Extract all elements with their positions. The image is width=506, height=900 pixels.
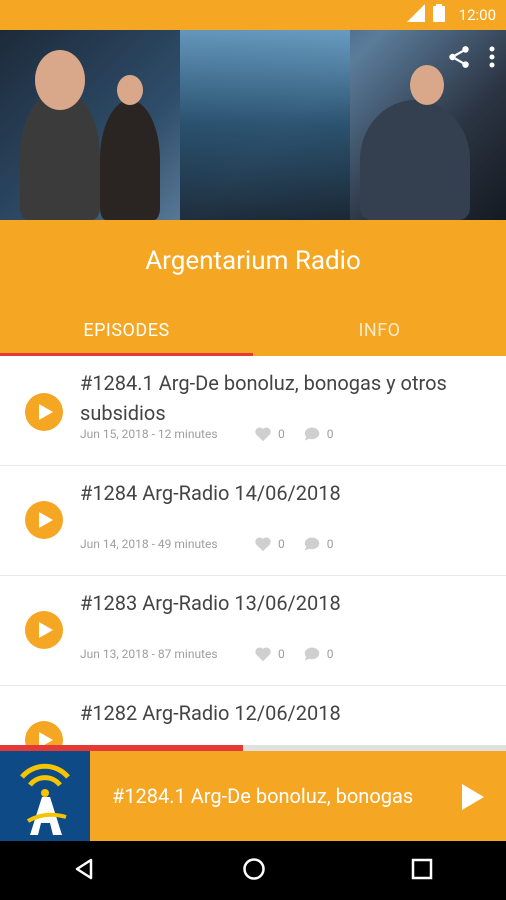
person-face	[35, 50, 85, 110]
app-title: Argentarium Radio	[0, 246, 506, 276]
heart-icon[interactable]	[254, 426, 272, 442]
player-play-icon[interactable]	[462, 784, 484, 814]
play-button[interactable]	[25, 611, 63, 649]
player-artwork	[0, 751, 90, 841]
tab-info[interactable]: INFO	[253, 306, 506, 356]
comment-count: 0	[327, 647, 334, 661]
comment-icon[interactable]	[303, 646, 321, 662]
app-header: Argentarium Radio EPISODES INFO	[0, 220, 506, 356]
system-nav-bar	[0, 841, 506, 900]
home-icon[interactable]	[242, 857, 266, 885]
episode-row[interactable]: #1284 Arg-Radio 14/06/2018 Jun 14, 2018 …	[0, 466, 506, 576]
tab-episodes[interactable]: EPISODES	[0, 306, 253, 356]
episode-title: #1284 Arg-Radio 14/06/2018	[80, 478, 490, 508]
status-bar: 12:00	[0, 0, 506, 30]
hero-actions	[446, 44, 496, 74]
person-face	[410, 65, 444, 105]
battery-icon	[433, 4, 445, 26]
episode-title: #1284.1 Arg-De bonoluz, bonogas y otros …	[80, 368, 490, 428]
status-time: 12:00	[459, 6, 496, 24]
episode-title: #1283 Arg-Radio 13/06/2018	[80, 588, 490, 618]
heart-icon[interactable]	[254, 646, 272, 662]
episode-title: #1282 Arg-Radio 12/06/2018	[80, 698, 490, 728]
episode-date-duration: Jun 15, 2018 - 12 minutes	[80, 427, 254, 441]
heart-icon[interactable]	[254, 536, 272, 552]
person-silhouette	[100, 100, 160, 220]
episode-row[interactable]: #1283 Arg-Radio 13/06/2018 Jun 13, 2018 …	[0, 576, 506, 686]
recents-icon[interactable]	[411, 858, 433, 884]
person-silhouette	[360, 100, 470, 220]
tab-bar: EPISODES INFO	[0, 306, 506, 356]
more-vert-icon[interactable]	[488, 46, 496, 72]
episode-meta: Jun 14, 2018 - 49 minutes 0 0	[80, 536, 352, 552]
like-count: 0	[278, 427, 285, 441]
player-title: #1284.1 Arg-De bonoluz, bonogas	[112, 751, 452, 841]
episode-meta: Jun 15, 2018 - 12 minutes 0 0	[80, 426, 352, 442]
episode-row[interactable]: #1282 Arg-Radio 12/06/2018	[0, 686, 506, 754]
stage-backdrop	[180, 30, 350, 220]
play-button[interactable]	[25, 501, 63, 539]
episode-date-duration: Jun 14, 2018 - 49 minutes	[80, 537, 254, 551]
person-face	[117, 75, 143, 105]
comment-count: 0	[327, 537, 334, 551]
episode-date-duration: Jun 13, 2018 - 87 minutes	[80, 647, 254, 661]
share-icon[interactable]	[446, 44, 472, 74]
mini-player[interactable]: #1284.1 Arg-De bonoluz, bonogas	[0, 751, 506, 841]
episode-row[interactable]: #1284.1 Arg-De bonoluz, bonogas y otros …	[0, 356, 506, 466]
comment-icon[interactable]	[303, 426, 321, 442]
episode-meta: Jun 13, 2018 - 87 minutes 0 0	[80, 646, 352, 662]
back-icon[interactable]	[73, 857, 97, 885]
comment-count: 0	[327, 427, 334, 441]
podcast-cover-image	[0, 30, 506, 220]
comment-icon[interactable]	[303, 536, 321, 552]
episode-list[interactable]: #1284.1 Arg-De bonoluz, bonogas y otros …	[0, 356, 506, 754]
play-button[interactable]	[25, 393, 63, 431]
like-count: 0	[278, 647, 285, 661]
like-count: 0	[278, 537, 285, 551]
signal-icon	[407, 4, 425, 26]
